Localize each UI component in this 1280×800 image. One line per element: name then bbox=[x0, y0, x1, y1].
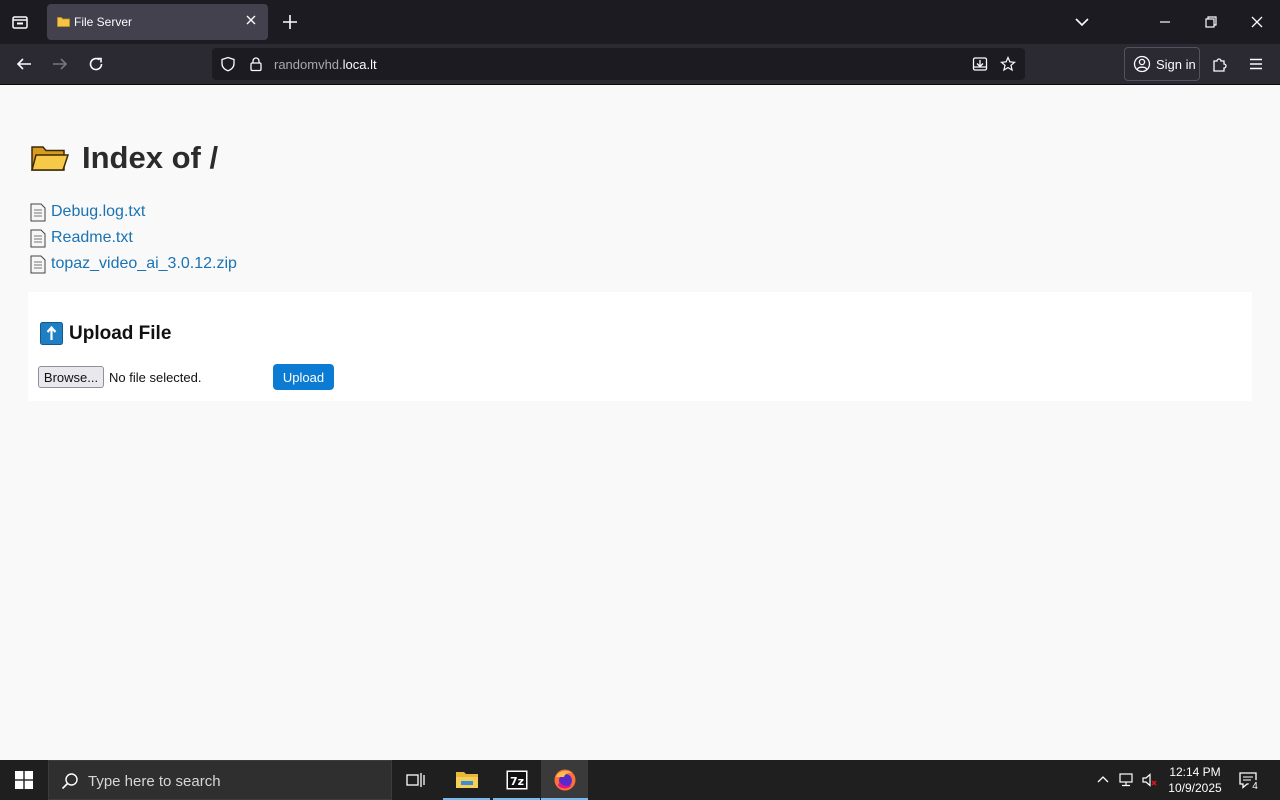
file-explorer-icon bbox=[455, 772, 478, 788]
upload-button[interactable]: Upload bbox=[273, 364, 334, 390]
new-tab-icon[interactable] bbox=[280, 12, 300, 32]
tab-file-server[interactable]: File Server bbox=[47, 4, 268, 40]
open-folder-icon bbox=[31, 146, 70, 171]
url-text[interactable]: randomvhd.loca.lt bbox=[274, 57, 377, 72]
up-arrow-icon bbox=[40, 322, 63, 345]
7zip-taskbar-button[interactable]: 7z bbox=[493, 760, 540, 800]
navigation-toolbar: randomvhd.loca.lt Sign in bbox=[0, 44, 1280, 85]
firefox-view-button[interactable] bbox=[6, 8, 34, 36]
browse-button[interactable]: Browse... bbox=[38, 366, 104, 388]
back-arrow-icon bbox=[16, 58, 31, 70]
file-link-topaz-zip[interactable]: topaz_video_ai_3.0.12.zip bbox=[51, 255, 237, 273]
tab-strip: File Server bbox=[0, 0, 1280, 44]
forward-arrow-icon bbox=[53, 58, 68, 70]
clock-date: 10/9/2025 bbox=[1168, 781, 1222, 795]
close-tab-icon[interactable] bbox=[243, 12, 259, 28]
sign-in-button[interactable]: Sign in bbox=[1124, 47, 1200, 81]
file-link-readme[interactable]: Readme.txt bbox=[51, 229, 133, 247]
windows-logo-icon bbox=[15, 771, 33, 789]
menu-hamburger-icon[interactable] bbox=[1248, 56, 1264, 72]
upload-title: Upload File bbox=[69, 322, 172, 344]
list-item: Debug.log.txt bbox=[30, 199, 237, 225]
url-subdomain: randomvhd. bbox=[274, 57, 343, 72]
start-button[interactable] bbox=[0, 760, 48, 800]
address-bar[interactable]: randomvhd.loca.lt bbox=[212, 48, 1025, 80]
firefox-icon bbox=[554, 769, 575, 791]
tab-title: File Server bbox=[74, 15, 133, 29]
account-icon bbox=[1133, 55, 1151, 73]
restore-icon[interactable] bbox=[1201, 12, 1221, 32]
close-window-icon[interactable] bbox=[1247, 12, 1267, 32]
bookmark-star-icon[interactable] bbox=[1000, 56, 1016, 72]
chevron-up-icon[interactable] bbox=[1095, 772, 1111, 788]
file-explorer-taskbar-button[interactable] bbox=[443, 760, 490, 800]
file-selection-status: No file selected. bbox=[109, 370, 202, 385]
minimize-icon[interactable] bbox=[1155, 12, 1175, 32]
page-content: Index of / Debug.log.txt Readme.txt topa… bbox=[0, 85, 1280, 760]
upload-heading: Upload File bbox=[40, 322, 171, 345]
forward-button[interactable] bbox=[48, 53, 72, 75]
page-heading: Index of / bbox=[30, 140, 218, 176]
sign-in-label: Sign in bbox=[1156, 56, 1196, 72]
extensions-icon[interactable] bbox=[1211, 55, 1229, 73]
task-view-icon bbox=[405, 773, 425, 787]
tracking-protection-shield-icon[interactable] bbox=[220, 56, 236, 72]
document-icon bbox=[30, 203, 46, 221]
search-placeholder: Type here to search bbox=[88, 773, 221, 790]
url-domain: loca.lt bbox=[342, 57, 377, 72]
document-icon bbox=[30, 229, 46, 247]
firefox-view-icon bbox=[12, 16, 28, 29]
volume-muted-icon[interactable] bbox=[1141, 772, 1157, 788]
list-item: topaz_video_ai_3.0.12.zip bbox=[30, 251, 237, 277]
install-app-icon[interactable] bbox=[972, 56, 988, 72]
reload-icon bbox=[89, 57, 103, 71]
system-clock[interactable]: 12:14 PM 10/9/2025 bbox=[1160, 764, 1230, 796]
network-icon[interactable] bbox=[1118, 772, 1134, 788]
search-icon bbox=[61, 773, 78, 790]
file-list: Debug.log.txt Readme.txt topaz_video_ai_… bbox=[30, 199, 237, 277]
upload-panel: Upload File Browse... No file selected. … bbox=[28, 292, 1252, 401]
document-icon bbox=[30, 255, 46, 273]
list-item: Readme.txt bbox=[30, 225, 237, 251]
file-link-debug-log[interactable]: Debug.log.txt bbox=[51, 203, 145, 221]
page-title: Index of / bbox=[82, 140, 219, 175]
svg-text:7z: 7z bbox=[509, 775, 523, 788]
7zip-icon: 7z bbox=[506, 770, 527, 790]
firefox-taskbar-button[interactable] bbox=[541, 760, 588, 800]
notification-count-badge: 4 bbox=[1248, 780, 1262, 794]
back-button[interactable] bbox=[12, 53, 36, 75]
taskbar-search[interactable]: Type here to search bbox=[48, 760, 392, 800]
task-view-button[interactable] bbox=[392, 760, 439, 800]
clock-time: 12:14 PM bbox=[1169, 765, 1221, 779]
reload-button[interactable] bbox=[84, 53, 108, 75]
list-all-tabs-icon[interactable] bbox=[1072, 12, 1092, 32]
taskbar: Type here to search 7z 12:14 PM 10/9/202… bbox=[0, 760, 1280, 800]
folder-icon bbox=[57, 17, 70, 27]
lock-icon[interactable] bbox=[248, 56, 264, 72]
